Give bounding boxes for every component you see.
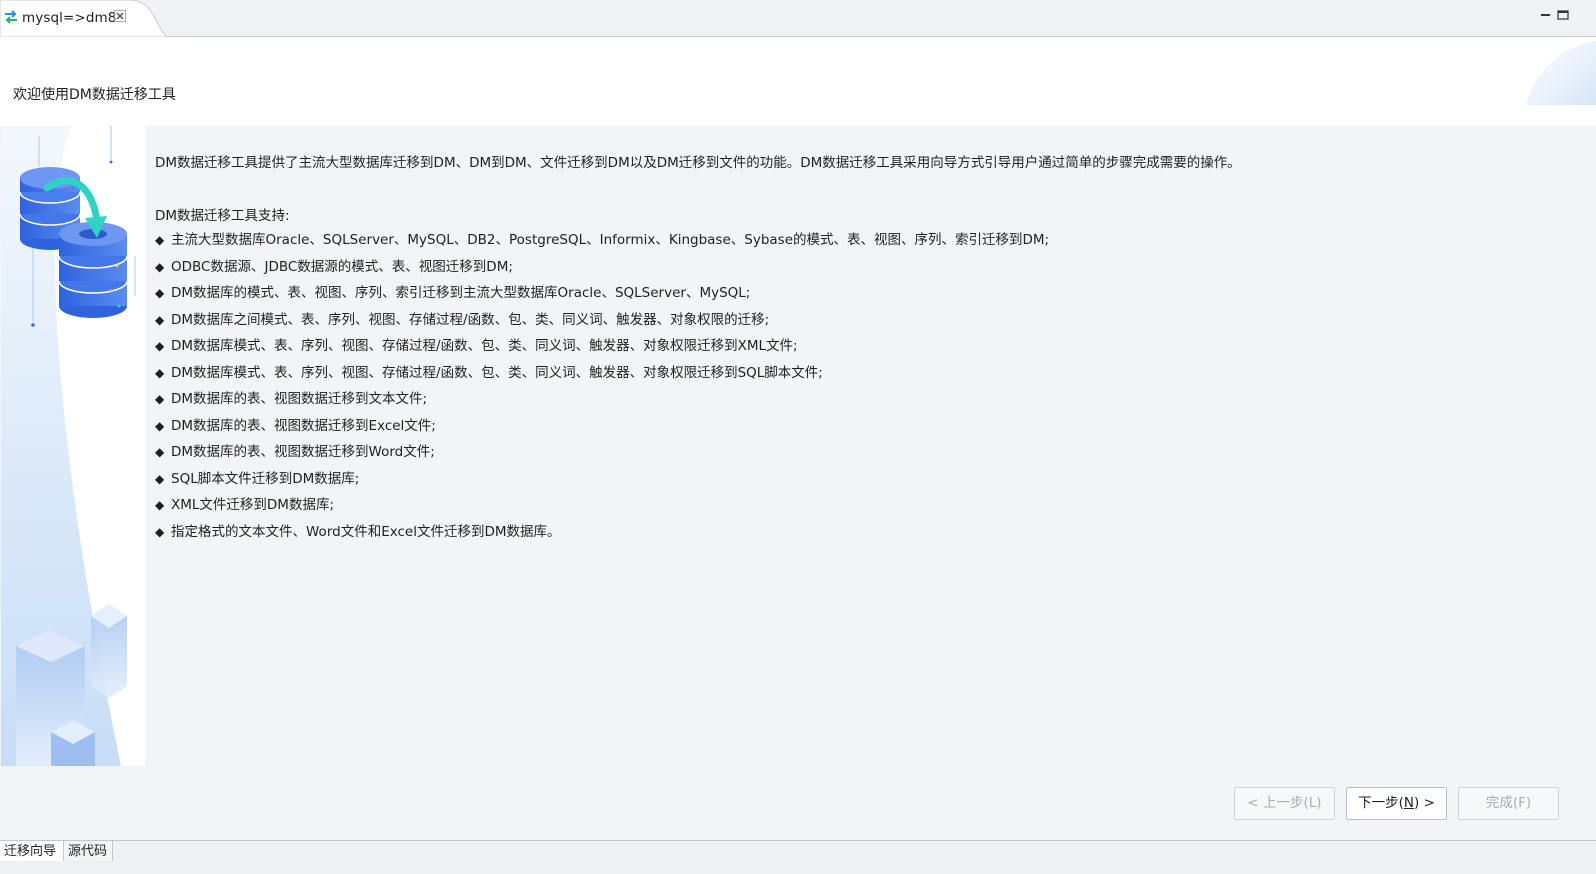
list-item: ◆ XML文件迁移到DM数据库;	[155, 492, 1555, 519]
bullet-diamond-icon: ◆	[155, 286, 165, 300]
editor-tab-mysql-dm8[interactable]: mysql=>dm8	[0, 0, 168, 37]
minimize-icon[interactable]	[1540, 9, 1552, 21]
bottom-tab-bar: 迁移向导 源代码	[0, 840, 1596, 874]
intro-paragraph: DM数据迁移工具提供了主流大型数据库迁移到DM、DM到DM、文件迁移到DM以及D…	[155, 155, 1241, 171]
finish-button[interactable]: 完成(F)	[1458, 787, 1559, 820]
bullet-diamond-icon: ◆	[155, 339, 165, 353]
database-migration-illustration	[1, 126, 136, 766]
maximize-icon[interactable]	[1557, 9, 1569, 21]
list-item: ◆ DM数据库的表、视图数据迁移到文本文件;	[155, 386, 1555, 413]
editor-tab-title: mysql=>dm8	[22, 10, 117, 26]
bullet-diamond-icon: ◆	[155, 471, 165, 486]
bullet-diamond-icon: ◆	[155, 524, 165, 539]
bullet-diamond-icon: ◆	[155, 312, 165, 327]
side-illustration	[1, 126, 145, 766]
bullet-diamond-icon: ◆	[155, 418, 165, 433]
list-item: ◆ ODBC数据源、JDBC数据源的模式、表、视图迁移到DM;	[155, 254, 1555, 281]
list-item: ◆ SQL脚本文件迁移到DM数据库;	[155, 466, 1555, 493]
support-title: DM数据迁移工具支持:	[155, 208, 290, 224]
list-item: ◆ DM数据库模式、表、序列、视图、存储过程/函数、包、类、同义词、触发器、对象权…	[155, 333, 1555, 360]
list-item: ◆ 指定格式的文本文件、Word文件和Excel文件迁移到DM数据库。	[155, 519, 1555, 546]
bullet-diamond-icon: ◆	[155, 498, 165, 512]
close-icon[interactable]	[114, 10, 126, 22]
list-item: ◆ DM数据库的表、视图数据迁移到Excel文件;	[155, 413, 1555, 440]
list-item: ◆ DM数据库之间模式、表、序列、视图、存储过程/函数、包、类、同义词、触发器、对…	[155, 307, 1555, 334]
list-item: ◆ DM数据库的表、视图数据迁移到Word文件;	[155, 439, 1555, 466]
migrate-arrows-icon	[5, 10, 17, 24]
wizard-header: 欢迎使用DM数据迁移工具	[0, 37, 1596, 126]
bullet-diamond-icon: ◆	[155, 259, 165, 274]
support-list: ◆ 主流大型数据库Oracle、SQLServer、MySQL、DB2、Postg…	[155, 227, 1555, 545]
tab-source-code[interactable]: 源代码	[64, 841, 113, 861]
bullet-diamond-icon: ◆	[155, 233, 165, 247]
welcome-content: DM数据迁移工具提供了主流大型数据库迁移到DM、DM到DM、文件迁移到DM以及D…	[155, 152, 1555, 545]
back-button[interactable]: < 上一步(L)	[1234, 787, 1335, 820]
list-item: ◆ DM数据库模式、表、序列、视图、存储过程/函数、包、类、同义词、触发器、对象权…	[155, 360, 1555, 387]
header-decoration	[1526, 41, 1596, 105]
editor-tab-bar: mysql=>dm8	[0, 0, 1596, 37]
list-item: ◆ DM数据库的模式、表、视图、序列、索引迁移到主流大型数据库Oracle、SQL…	[155, 280, 1555, 307]
list-item: ◆ 主流大型数据库Oracle、SQLServer、MySQL、DB2、Postg…	[155, 227, 1555, 254]
next-button[interactable]: 下一步(N) >	[1346, 787, 1447, 820]
bullet-diamond-icon: ◆	[155, 365, 165, 380]
tab-migration-wizard[interactable]: 迁移向导	[0, 841, 64, 861]
wizard-title: 欢迎使用DM数据迁移工具	[13, 87, 176, 103]
bullet-diamond-icon: ◆	[155, 392, 165, 406]
bullet-diamond-icon: ◆	[155, 445, 165, 459]
